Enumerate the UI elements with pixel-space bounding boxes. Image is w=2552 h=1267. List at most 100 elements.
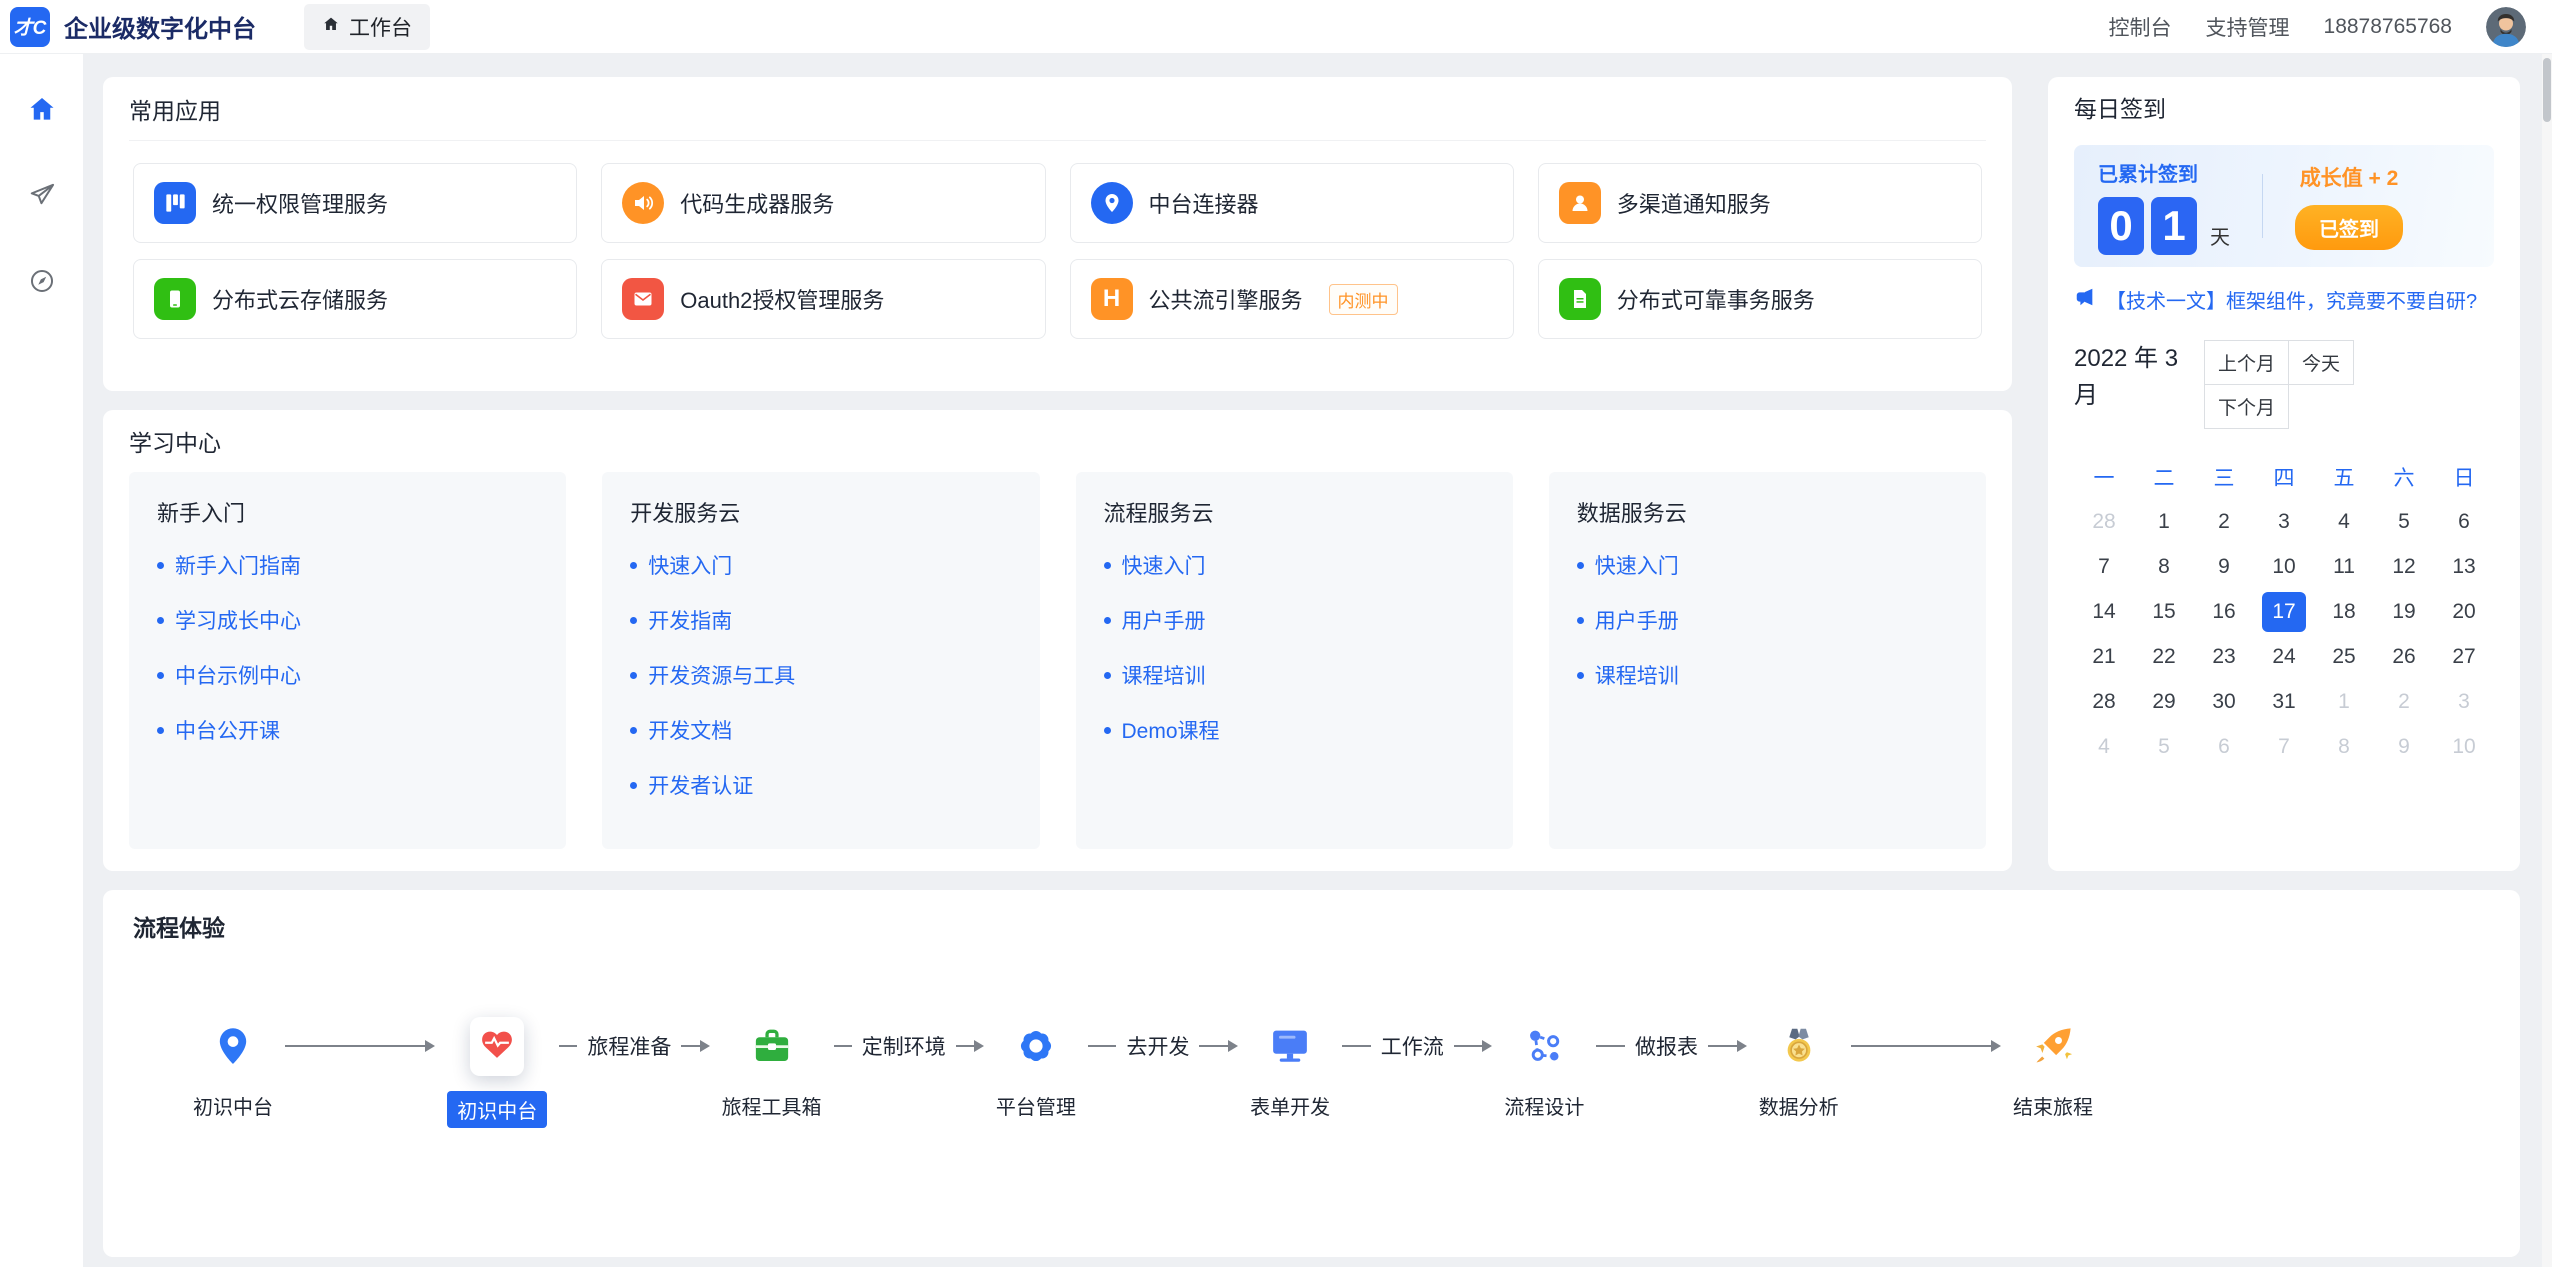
signed-button[interactable]: 已签到 — [2295, 205, 2403, 250]
calendar-day[interactable]: 27 — [2434, 634, 2494, 679]
learning-link[interactable]: 开发者认证 — [630, 770, 1011, 800]
app-card-transaction[interactable]: 分布式可靠事务服务 — [1538, 259, 1982, 339]
calendar-day[interactable]: 1 — [2134, 499, 2194, 544]
calendar-day[interactable]: 7 — [2254, 724, 2314, 769]
next-month-button[interactable]: 下个月 — [2204, 384, 2289, 429]
app-card-storage[interactable]: 分布式云存储服务 — [133, 259, 577, 339]
sidebar-item-discover[interactable] — [25, 266, 59, 300]
app-card-codegen[interactable]: 代码生成器服务 — [601, 163, 1045, 243]
journey-step-finish[interactable]: 结束旅程 — [2013, 1014, 2093, 1120]
home-small-icon — [322, 15, 340, 39]
calendar-header: 2022 年 3 月 上个月 今天 下个月 — [2074, 340, 2494, 428]
calendar-day[interactable]: 2 — [2374, 679, 2434, 724]
calendar-day-selected[interactable]: 17 — [2262, 592, 2306, 632]
calendar-day[interactable]: 28 — [2074, 679, 2134, 724]
calendar-day[interactable]: 3 — [2434, 679, 2494, 724]
learning-link[interactable]: 用户手册 — [1104, 605, 1485, 635]
learning-link[interactable]: Demo课程 — [1104, 715, 1485, 745]
learning-link[interactable]: 课程培训 — [1577, 660, 1958, 690]
app-logo: 才C — [10, 7, 50, 47]
calendar-day[interactable]: 13 — [2434, 544, 2494, 589]
tab-workbench[interactable]: 工作台 — [304, 4, 430, 50]
calendar-day[interactable]: 12 — [2374, 544, 2434, 589]
learning-col-title: 开发服务云 — [630, 496, 1011, 528]
calendar-day[interactable]: 28 — [2074, 499, 2134, 544]
learning-link[interactable]: 开发资源与工具 — [630, 660, 1011, 690]
calendar-day[interactable]: 3 — [2254, 499, 2314, 544]
calendar-day[interactable]: 6 — [2194, 724, 2254, 769]
learning-link[interactable]: 中台示例中心 — [157, 660, 538, 690]
calendar-day[interactable]: 22 — [2134, 634, 2194, 679]
calendar-day[interactable]: 1 — [2314, 679, 2374, 724]
calendar-day[interactable]: 5 — [2374, 499, 2434, 544]
tech-article-link[interactable]: 【技术一文】框架组件，究竟要不要自研? — [2074, 285, 2494, 314]
calendar-day[interactable]: 10 — [2434, 724, 2494, 769]
common-apps-card: 常用应用 统一权限管理服务 代码生成器服务 中台连接器 — [103, 77, 2012, 391]
learning-link[interactable]: 快速入门 — [1577, 550, 1958, 580]
app-card-flow-engine[interactable]: H 公共流引擎服务 内测中 — [1070, 259, 1514, 339]
calendar-day[interactable]: 21 — [2074, 634, 2134, 679]
calendar-day[interactable]: 5 — [2134, 724, 2194, 769]
learning-link[interactable]: 快速入门 — [1104, 550, 1485, 580]
journey-step-platform[interactable]: 平台管理 — [996, 1014, 1076, 1120]
learning-link[interactable]: 用户手册 — [1577, 605, 1958, 635]
avatar[interactable] — [2486, 7, 2526, 47]
sidebar-item-send[interactable] — [25, 180, 59, 214]
calendar-day[interactable]: 10 — [2254, 544, 2314, 589]
calendar-day[interactable]: 18 — [2314, 589, 2374, 634]
calendar-day[interactable]: 11 — [2314, 544, 2374, 589]
calendar-day[interactable]: 20 — [2434, 589, 2494, 634]
calendar-day[interactable]: 29 — [2134, 679, 2194, 724]
calendar-day[interactable]: 9 — [2194, 544, 2254, 589]
learning-link[interactable]: 学习成长中心 — [157, 605, 538, 635]
learning-link[interactable]: 开发指南 — [630, 605, 1011, 635]
learning-link[interactable]: 中台公开课 — [157, 715, 538, 745]
calendar-day[interactable]: 23 — [2194, 634, 2254, 679]
learning-link[interactable]: 课程培训 — [1104, 660, 1485, 690]
journey-step-intro-active[interactable]: 初识中台 — [447, 1014, 547, 1128]
calendar-day[interactable]: 2 — [2194, 499, 2254, 544]
calendar-day[interactable]: 6 — [2434, 499, 2494, 544]
nav-console[interactable]: 控制台 — [2109, 12, 2172, 42]
calendar-day[interactable]: 4 — [2314, 499, 2374, 544]
weekday-header: 一 — [2074, 454, 2134, 499]
calendar-day[interactable]: 25 — [2314, 634, 2374, 679]
sidebar-item-home[interactable] — [25, 94, 59, 128]
calendar-day[interactable]: 8 — [2134, 544, 2194, 589]
calendar-day[interactable]: 4 — [2074, 724, 2134, 769]
common-apps-title: 常用应用 — [129, 92, 221, 126]
learning-center-card: 学习中心 新手入门 新手入门指南 学习成长中心 中台示例中心 中台公开课 开发服… — [103, 410, 2012, 871]
journey-step-data-analysis[interactable]: 数据分析 — [1759, 1014, 1839, 1120]
app-card-oauth[interactable]: Oauth2授权管理服务 — [601, 259, 1045, 339]
journey-step-toolbox[interactable]: 旅程工具箱 — [722, 1014, 822, 1120]
calendar-day[interactable]: 15 — [2134, 589, 2194, 634]
learning-link[interactable]: 快速入门 — [630, 550, 1011, 580]
bullet-dot — [1104, 617, 1111, 624]
app-card-notify[interactable]: 多渠道通知服务 — [1538, 163, 1982, 243]
calendar-day[interactable]: 14 — [2074, 589, 2134, 634]
journey-step-form-dev[interactable]: 表单开发 — [1250, 1014, 1330, 1120]
calendar-day[interactable]: 31 — [2254, 679, 2314, 724]
calendar-day[interactable]: 19 — [2374, 589, 2434, 634]
journey-step-intro[interactable]: 初识中台 — [193, 1014, 273, 1120]
calendar-day[interactable]: 16 — [2194, 589, 2254, 634]
calendar-day[interactable]: 24 — [2254, 634, 2314, 679]
journey-step-flow-design[interactable]: 流程设计 — [1504, 1014, 1584, 1120]
weekday-header: 六 — [2374, 454, 2434, 499]
calendar-day[interactable]: 26 — [2374, 634, 2434, 679]
today-button[interactable]: 今天 — [2288, 340, 2354, 385]
calendar-day[interactable]: 8 — [2314, 724, 2374, 769]
learning-link[interactable]: 开发文档 — [630, 715, 1011, 745]
flow-nodes-icon — [1522, 1014, 1566, 1078]
scrollbar-thumb[interactable] — [2543, 58, 2551, 122]
app-card-connector[interactable]: 中台连接器 — [1070, 163, 1514, 243]
prev-month-button[interactable]: 上个月 — [2204, 340, 2289, 385]
app-card-permission[interactable]: 统一权限管理服务 — [133, 163, 577, 243]
learning-link-label: 开发文档 — [648, 715, 732, 745]
calendar-day[interactable]: 7 — [2074, 544, 2134, 589]
learning-link[interactable]: 新手入门指南 — [157, 550, 538, 580]
calendar-day[interactable]: 30 — [2194, 679, 2254, 724]
arrow-head-icon — [425, 1040, 435, 1052]
nav-support[interactable]: 支持管理 — [2206, 12, 2290, 42]
calendar-day[interactable]: 9 — [2374, 724, 2434, 769]
